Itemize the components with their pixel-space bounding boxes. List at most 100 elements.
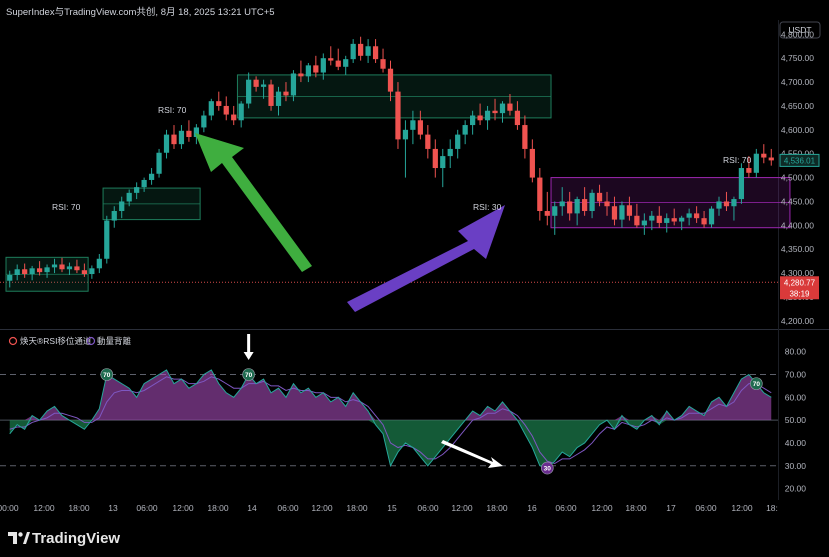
rsi-label: RSI: 70 xyxy=(723,155,752,165)
candle-body xyxy=(537,177,543,212)
candle-body xyxy=(156,152,162,174)
candle-body xyxy=(119,201,125,212)
time-tick: 18:00 xyxy=(625,503,647,513)
time-tick: 06:00 xyxy=(417,503,439,513)
time-tick: 12:00 xyxy=(451,503,473,513)
candle-body xyxy=(723,201,730,207)
candle-body xyxy=(89,268,95,275)
time-tick: 15 xyxy=(387,503,397,513)
candle[interactable] xyxy=(738,163,745,204)
candle-body xyxy=(738,168,745,200)
candle-body xyxy=(619,205,625,220)
candle-body xyxy=(686,213,692,218)
candle-body xyxy=(36,268,43,273)
candle-body xyxy=(664,218,670,223)
candle-body xyxy=(208,101,214,116)
candle-body xyxy=(104,220,110,259)
candle-body xyxy=(492,110,498,114)
rsi-tick: 40.00 xyxy=(785,438,807,448)
time-tick: 12:00 xyxy=(731,503,753,513)
candle-body xyxy=(223,105,229,115)
candle-body xyxy=(44,267,50,273)
time-tick: 12:00 xyxy=(172,503,194,513)
tradingview-logo-text[interactable]: TradingView xyxy=(32,530,120,547)
candle-body xyxy=(66,266,73,270)
candle-body xyxy=(387,68,394,92)
candle-body xyxy=(134,187,140,193)
price-tick: 4,200.00 xyxy=(781,316,814,326)
price-tick: 4,400.00 xyxy=(781,220,814,230)
candle-body xyxy=(753,153,759,173)
candle-body xyxy=(111,211,117,221)
candle-body xyxy=(335,60,341,67)
time-tick: 12:00 xyxy=(33,503,55,513)
price-tick: 4,800.00 xyxy=(781,29,814,39)
candle-body xyxy=(432,148,438,169)
time-tick: 06:00 xyxy=(555,503,577,513)
candle-body xyxy=(499,103,506,114)
trading-chart[interactable]: 焕天®RSI移位通道 動量背離 70 70 30 70 RSI: 70 RSI: 70 RSI… xyxy=(0,0,829,524)
candle-body xyxy=(231,114,237,121)
price-tick: 4,450.00 xyxy=(781,196,814,206)
price-tick: 4,350.00 xyxy=(781,244,814,254)
tradingview-logo-icon[interactable] xyxy=(8,530,30,546)
candle-body xyxy=(186,130,192,137)
chart-title: SuperIndex与TradingView.com共创, 8月 18, 202… xyxy=(6,7,275,18)
candle-body xyxy=(178,130,185,145)
time-tick: 06:00 xyxy=(277,503,299,513)
candle-body xyxy=(574,199,580,214)
candle-body xyxy=(298,73,304,77)
candle-body xyxy=(313,65,319,73)
candle-body xyxy=(380,59,386,69)
candle-body xyxy=(462,125,468,135)
candle-body xyxy=(552,206,558,216)
rsi-tick: 30.00 xyxy=(785,461,807,471)
candle-body xyxy=(305,65,311,77)
time-tick: 06:00 xyxy=(136,503,158,513)
candle-body xyxy=(746,168,752,173)
candle-body xyxy=(22,269,28,275)
candle-body xyxy=(514,110,521,126)
candle-body xyxy=(761,153,767,158)
candle-body xyxy=(701,218,707,225)
candle[interactable] xyxy=(156,148,162,178)
candle[interactable] xyxy=(395,82,401,149)
price-tick: 4,750.00 xyxy=(781,53,814,63)
price-tick: 4,650.00 xyxy=(781,101,814,111)
time-tick: 12:00 xyxy=(311,503,333,513)
indicator-legend-2: 動量背離 xyxy=(97,336,132,346)
rsi-tick: 60.00 xyxy=(785,392,807,402)
candle-body xyxy=(596,192,603,202)
candle-body xyxy=(671,218,677,222)
candle-body xyxy=(693,213,700,219)
indicator-legend: 焕天®RSI移位通道 xyxy=(20,336,92,346)
candle-body xyxy=(365,46,371,56)
time-tick: 17 xyxy=(666,503,676,513)
candle-body xyxy=(283,91,289,96)
time-tick: 18: xyxy=(766,503,778,513)
candle-body xyxy=(559,201,565,207)
rsi-marker-label: 70 xyxy=(245,372,253,379)
candle-body xyxy=(328,58,334,61)
time-tick: 06:00 xyxy=(695,503,717,513)
candle-body xyxy=(768,157,774,161)
candle-body xyxy=(141,179,147,188)
time-tick: 18:00 xyxy=(207,503,229,513)
candle-body xyxy=(74,266,80,271)
time-tick: 18:00 xyxy=(346,503,368,513)
candle-body xyxy=(148,173,155,180)
candle-body xyxy=(679,217,685,222)
candle-body xyxy=(582,199,588,212)
candle-body xyxy=(201,115,207,128)
price-tick: 4,600.00 xyxy=(781,125,814,135)
time-tick: 16 xyxy=(527,503,537,513)
candle-body xyxy=(59,264,65,270)
candle-body xyxy=(260,84,267,87)
candle-body xyxy=(51,264,58,268)
candle-body xyxy=(14,269,20,275)
candle-body xyxy=(567,201,573,214)
candle-body xyxy=(238,103,244,121)
candle-body xyxy=(641,220,647,226)
candle[interactable] xyxy=(104,215,110,264)
time-tick: 12:00 xyxy=(591,503,613,513)
